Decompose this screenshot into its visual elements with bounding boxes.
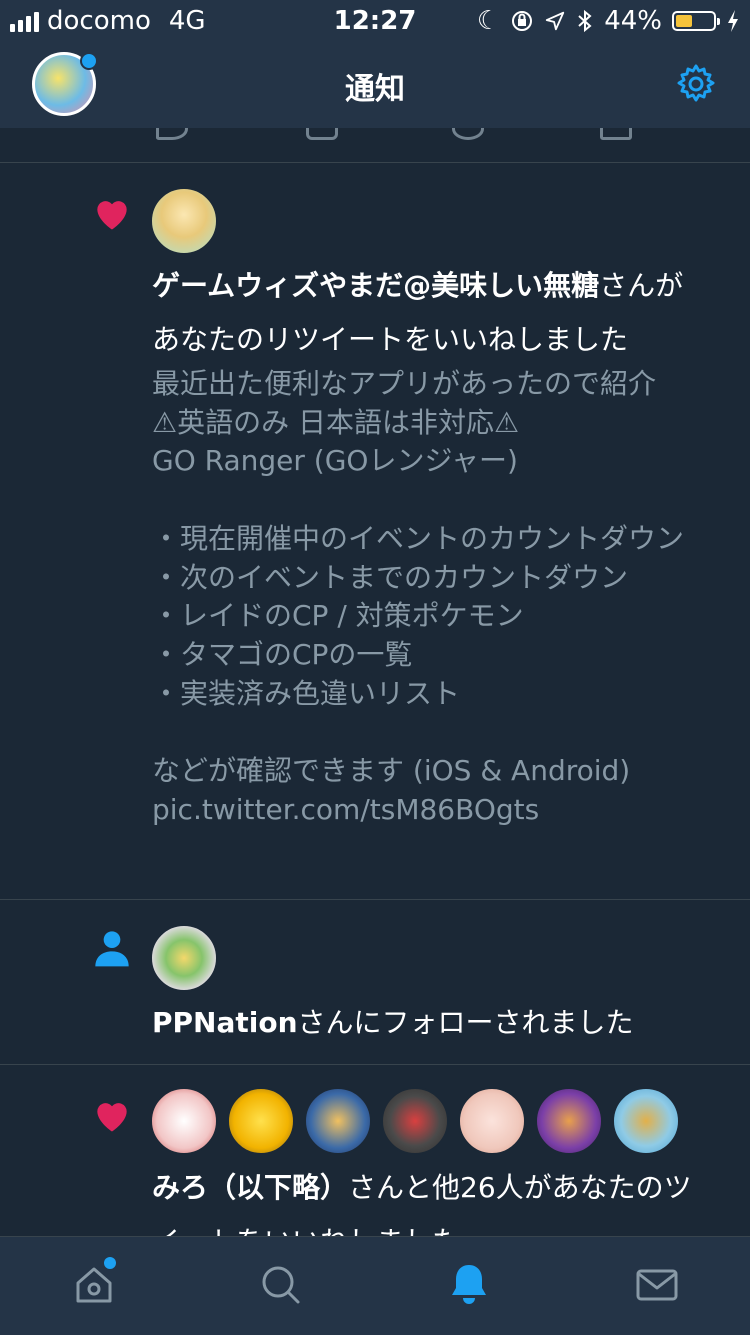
notification-headline: PPNationさんにフォローされました (152, 996, 722, 1050)
avatar[interactable] (150, 187, 218, 255)
tab-search[interactable] (257, 1261, 305, 1309)
status-bar: docomo 4G 12:27 ☾ 44% (0, 0, 750, 40)
avatar[interactable] (612, 1087, 680, 1155)
like-outline-icon[interactable] (452, 128, 484, 140)
nav-bar: 通知 (0, 40, 750, 128)
tab-messages[interactable] (633, 1261, 681, 1309)
reply-icon[interactable] (156, 128, 188, 140)
moon-icon: ☾ (476, 6, 501, 36)
heart-icon (97, 201, 127, 230)
avatar[interactable] (535, 1087, 603, 1155)
avatar[interactable] (458, 1087, 526, 1155)
battery-icon (672, 11, 720, 31)
retweet-icon[interactable] (306, 128, 338, 140)
user-name[interactable]: ゲームウィズやまだ@美味しい無糖 (152, 269, 599, 302)
previous-tweet-actions (0, 128, 750, 163)
rotation-lock-icon (512, 11, 533, 31)
person-icon (95, 931, 129, 967)
battery-percent: 44% (604, 6, 662, 36)
avatar[interactable] (381, 1087, 449, 1155)
tab-notifications[interactable] (445, 1261, 493, 1309)
user-name[interactable]: みろ（以下略） (152, 1171, 348, 1204)
tweet-text[interactable]: 最近出た便利なアプリがあったので紹介 ⚠英語のみ 日本語は非対応⚠ GO Ran… (152, 365, 722, 829)
user-name[interactable]: PPNation (152, 1006, 298, 1039)
avatar[interactable] (304, 1087, 372, 1155)
headline-line2: あなたのリツイートをいいねしました (152, 323, 629, 356)
headline-suffix: さんが (599, 269, 684, 302)
share-icon[interactable] (600, 128, 632, 140)
bell-icon (452, 1265, 486, 1304)
notification-like[interactable]: ゲームウィズやまだ@美味しい無糖さんが あなたのリツイートをいいねしました 最近… (0, 163, 750, 900)
page-title: 通知 (345, 72, 405, 107)
heart-icon (97, 1103, 127, 1132)
notification-follow[interactable]: PPNationさんにフォローされました (0, 900, 750, 1065)
status-right: ☾ 44% (477, 6, 740, 36)
headline-suffix: さんにフォローされました (297, 1006, 634, 1039)
avatar[interactable] (150, 924, 218, 992)
battery-fill (676, 15, 692, 27)
location-icon (546, 11, 565, 31)
home-unread-dot (104, 1257, 116, 1269)
bluetooth-icon (578, 9, 592, 33)
tab-bar (0, 1236, 750, 1335)
avatar[interactable] (227, 1087, 295, 1155)
charging-icon (728, 10, 738, 32)
search-icon (262, 1266, 300, 1304)
mail-icon (636, 1269, 678, 1301)
avatar[interactable] (150, 1087, 218, 1155)
notification-like[interactable]: みろ（以下略）さんと他26人があなたのツ イートをいいねしました (0, 1065, 750, 1258)
headline-suffix: さんと他26人があなたのツ (348, 1171, 692, 1204)
notification-headline: ゲームウィズやまだ@美味しい無糖さんが あなたのリツイートをいいねしました (152, 259, 722, 367)
gear-icon[interactable] (674, 62, 718, 106)
